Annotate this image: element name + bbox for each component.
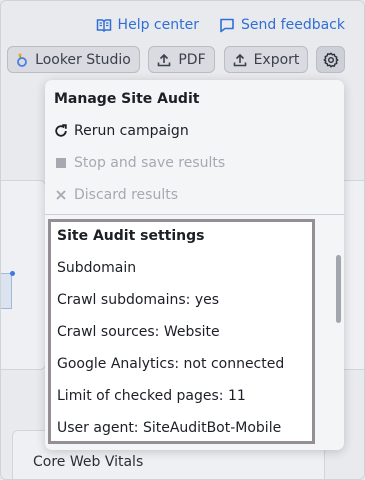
toolbar: Looker Studio PDF Export	[7, 46, 346, 73]
send-feedback-label: Send feedback	[240, 17, 345, 33]
settings-button[interactable]	[316, 46, 345, 73]
gear-icon	[323, 52, 339, 68]
export-button[interactable]: Export	[224, 46, 308, 73]
help-center-label: Help center	[117, 17, 199, 33]
settings-title: Site Audit settings	[57, 228, 205, 244]
setting-subdomain: Subdomain	[57, 260, 137, 276]
rerun-campaign-label: Rerun campaign	[74, 123, 189, 139]
site-audit-settings-panel: Site Audit settings Subdomain Crawl subd…	[48, 219, 315, 444]
upload-icon	[157, 53, 171, 67]
menu-heading: Manage Site Audit	[54, 91, 200, 107]
stop-square-icon	[54, 156, 68, 170]
setting-user-agent: User agent: SiteAuditBot-Mobile	[57, 420, 282, 436]
close-icon	[54, 188, 68, 202]
top-links: Help center Send feedback	[96, 17, 345, 33]
looker-logo-icon	[16, 52, 28, 68]
book-icon	[96, 17, 112, 33]
discard-results-item: Discard results	[54, 184, 178, 206]
help-center-link[interactable]: Help center	[96, 17, 199, 33]
setting-google-analytics: Google Analytics: not connected	[57, 356, 285, 372]
pdf-button[interactable]: PDF	[148, 46, 215, 73]
menu-divider	[45, 214, 344, 215]
upload-icon	[233, 53, 247, 67]
looker-studio-label: Looker Studio	[35, 51, 131, 68]
core-web-vitals-title: Core Web Vitals	[33, 454, 144, 470]
menu-scrollbar[interactable]	[336, 255, 341, 323]
discard-results-label: Discard results	[74, 187, 178, 203]
send-feedback-link[interactable]: Send feedback	[219, 17, 345, 33]
looker-studio-button[interactable]: Looker Studio	[7, 46, 140, 73]
export-label: Export	[253, 51, 300, 68]
pdf-label: PDF	[178, 51, 206, 68]
background-chart-area	[0, 273, 12, 309]
chart-point	[10, 271, 15, 276]
rerun-campaign-item[interactable]: Rerun campaign	[54, 120, 189, 142]
stop-and-save-label: Stop and save results	[74, 155, 226, 171]
setting-page-limit: Limit of checked pages: 11	[57, 388, 246, 404]
refresh-icon	[54, 124, 68, 138]
setting-crawl-subdomains: Crawl subdomains: yes	[57, 292, 220, 308]
setting-crawl-sources: Crawl sources: Website	[57, 324, 220, 340]
stop-and-save-item: Stop and save results	[54, 152, 225, 174]
background-chart-card	[0, 180, 46, 370]
manage-site-audit-menu: Manage Site Audit Rerun campaign Stop an…	[45, 80, 344, 450]
speech-bubble-icon	[219, 17, 235, 33]
